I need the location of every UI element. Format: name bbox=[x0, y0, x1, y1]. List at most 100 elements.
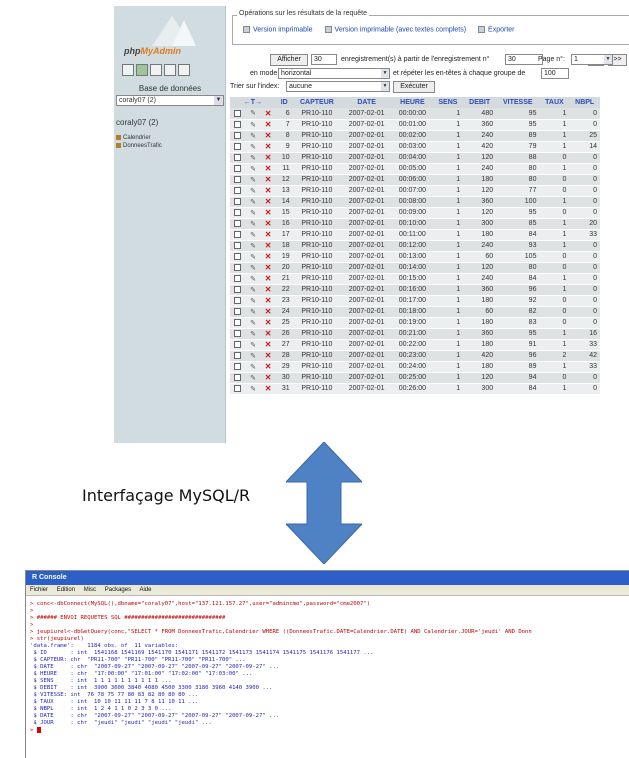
delete-icon[interactable]: ✕ bbox=[265, 219, 272, 228]
column-header[interactable]: CAPTEUR bbox=[292, 97, 342, 108]
row-delete-cell[interactable]: ✕ bbox=[260, 229, 276, 241]
row-edit-cell[interactable]: ✎ bbox=[245, 218, 261, 230]
row-checkbox[interactable] bbox=[234, 274, 242, 282]
delete-icon[interactable]: ✕ bbox=[265, 131, 272, 140]
row-select-cell[interactable] bbox=[230, 207, 246, 219]
rows-count-input[interactable]: 30 bbox=[311, 54, 337, 65]
row-delete-cell[interactable]: ✕ bbox=[260, 163, 276, 175]
row-checkbox[interactable] bbox=[234, 186, 242, 194]
row-checkbox[interactable] bbox=[234, 120, 242, 128]
row-select-cell[interactable] bbox=[230, 163, 246, 175]
row-select-cell[interactable] bbox=[230, 383, 246, 395]
row-checkbox[interactable] bbox=[234, 131, 242, 139]
row-checkbox[interactable] bbox=[234, 384, 242, 392]
edit-icon[interactable]: ✎ bbox=[250, 386, 256, 393]
column-header[interactable]: DEBIT bbox=[463, 97, 497, 108]
menu-help[interactable]: Aide bbox=[139, 587, 151, 593]
delete-icon[interactable]: ✕ bbox=[265, 263, 272, 272]
edit-icon[interactable]: ✎ bbox=[250, 177, 256, 184]
delete-icon[interactable]: ✕ bbox=[265, 373, 272, 382]
edit-icon[interactable]: ✎ bbox=[250, 232, 256, 239]
edit-icon[interactable]: ✎ bbox=[250, 298, 256, 305]
edit-icon[interactable]: ✎ bbox=[250, 331, 256, 338]
row-edit-cell[interactable]: ✎ bbox=[245, 185, 261, 197]
row-select-cell[interactable] bbox=[230, 328, 246, 340]
row-delete-cell[interactable]: ✕ bbox=[260, 108, 276, 120]
row-select-cell[interactable] bbox=[230, 262, 246, 274]
row-checkbox[interactable] bbox=[234, 142, 242, 150]
row-delete-cell[interactable]: ✕ bbox=[260, 240, 276, 252]
row-select-cell[interactable] bbox=[230, 372, 246, 384]
export-link[interactable]: Exporter bbox=[478, 26, 515, 33]
edit-icon[interactable]: ✎ bbox=[250, 254, 256, 261]
delete-icon[interactable]: ✕ bbox=[265, 164, 272, 173]
table-row[interactable]: ✎ ✕ 22 PR10-110 2007-02-01 00:16:00 1 360 96 1 0 bbox=[230, 284, 600, 296]
row-checkbox[interactable] bbox=[234, 230, 242, 238]
edit-icon[interactable]: ✎ bbox=[250, 155, 256, 162]
print-view-link[interactable]: Version imprimable bbox=[243, 26, 313, 33]
row-select-cell[interactable] bbox=[230, 350, 246, 362]
delete-icon[interactable]: ✕ bbox=[265, 384, 272, 393]
edit-icon[interactable]: ✎ bbox=[250, 342, 256, 349]
menu-packages[interactable]: Packages bbox=[105, 587, 131, 593]
row-select-cell[interactable] bbox=[230, 273, 246, 285]
row-delete-cell[interactable]: ✕ bbox=[260, 262, 276, 274]
delete-icon[interactable]: ✕ bbox=[265, 197, 272, 206]
table-row[interactable]: ✎ ✕ 25 PR10-110 2007-02-01 00:19:00 1 180 83 0 0 bbox=[230, 317, 600, 329]
row-delete-cell[interactable]: ✕ bbox=[260, 152, 276, 164]
column-header[interactable]: TAUX bbox=[539, 97, 570, 108]
delete-icon[interactable]: ✕ bbox=[265, 362, 272, 371]
table-row[interactable]: ✎ ✕ 21 PR10-110 2007-02-01 00:15:00 1 240 84 1 0 bbox=[230, 273, 600, 285]
table-row[interactable]: ✎ ✕ 29 PR10-110 2007-02-01 00:24:00 1 180 89 1 33 bbox=[230, 361, 600, 373]
table-row[interactable]: ✎ ✕ 19 PR10-110 2007-02-01 00:13:00 1 60 105 0 0 bbox=[230, 251, 600, 263]
row-select-cell[interactable] bbox=[230, 196, 246, 208]
row-checkbox[interactable] bbox=[234, 362, 242, 370]
row-delete-cell[interactable]: ✕ bbox=[260, 372, 276, 384]
row-edit-cell[interactable]: ✎ bbox=[245, 130, 261, 142]
repeat-headers-input[interactable]: 100 bbox=[541, 68, 569, 79]
table-row[interactable]: ✎ ✕ 23 PR10-110 2007-02-01 00:17:00 1 180 92 0 0 bbox=[230, 295, 600, 307]
edit-icon[interactable]: ✎ bbox=[250, 287, 256, 294]
row-delete-cell[interactable]: ✕ bbox=[260, 306, 276, 318]
row-checkbox[interactable] bbox=[234, 340, 242, 348]
row-delete-cell[interactable]: ✕ bbox=[260, 119, 276, 131]
table-row[interactable]: ✎ ✕ 28 PR10-110 2007-02-01 00:23:00 1 420 96 2 42 bbox=[230, 350, 600, 362]
row-checkbox[interactable] bbox=[234, 164, 242, 172]
row-select-cell[interactable] bbox=[230, 174, 246, 186]
row-select-cell[interactable] bbox=[230, 152, 246, 164]
row-edit-cell[interactable]: ✎ bbox=[245, 295, 261, 307]
row-select-cell[interactable] bbox=[230, 108, 246, 120]
edit-icon[interactable]: ✎ bbox=[250, 133, 256, 140]
sort-index-select[interactable]: aucune ▼ bbox=[286, 81, 390, 92]
row-select-cell[interactable] bbox=[230, 306, 246, 318]
delete-icon[interactable]: ✕ bbox=[265, 230, 272, 239]
row-edit-cell[interactable]: ✎ bbox=[245, 306, 261, 318]
row-edit-cell[interactable]: ✎ bbox=[245, 108, 261, 120]
row-delete-cell[interactable]: ✕ bbox=[260, 328, 276, 340]
table-row[interactable]: ✎ ✕ 30 PR10-110 2007-02-01 00:25:00 1 120 94 0 0 bbox=[230, 372, 600, 384]
delete-icon[interactable]: ✕ bbox=[265, 329, 272, 338]
row-checkbox[interactable] bbox=[234, 329, 242, 337]
row-checkbox[interactable] bbox=[234, 318, 242, 326]
delete-icon[interactable]: ✕ bbox=[265, 252, 272, 261]
row-checkbox[interactable] bbox=[234, 197, 242, 205]
table-row[interactable]: ✎ ✕ 12 PR10-110 2007-02-01 00:06:00 1 180 80 0 0 bbox=[230, 174, 600, 186]
row-checkbox[interactable] bbox=[234, 208, 242, 216]
delete-icon[interactable]: ✕ bbox=[265, 186, 272, 195]
display-mode-select[interactable]: horizontal ▼ bbox=[278, 68, 390, 79]
edit-icon[interactable]: ✎ bbox=[250, 144, 256, 151]
row-edit-cell[interactable]: ✎ bbox=[245, 350, 261, 362]
delete-icon[interactable]: ✕ bbox=[265, 175, 272, 184]
row-delete-cell[interactable]: ✕ bbox=[260, 383, 276, 395]
row-select-cell[interactable] bbox=[230, 295, 246, 307]
table-row[interactable]: ✎ ✕ 11 PR10-110 2007-02-01 00:05:00 1 240 80 1 0 bbox=[230, 163, 600, 175]
row-checkbox[interactable] bbox=[234, 153, 242, 161]
row-select-cell[interactable] bbox=[230, 361, 246, 373]
edit-icon[interactable]: ✎ bbox=[250, 364, 256, 371]
delete-icon[interactable]: ✕ bbox=[265, 142, 272, 151]
row-select-cell[interactable] bbox=[230, 119, 246, 131]
row-edit-cell[interactable]: ✎ bbox=[245, 361, 261, 373]
row-edit-cell[interactable]: ✎ bbox=[245, 284, 261, 296]
show-button[interactable]: Afficher bbox=[270, 54, 308, 66]
row-delete-cell[interactable]: ✕ bbox=[260, 339, 276, 351]
